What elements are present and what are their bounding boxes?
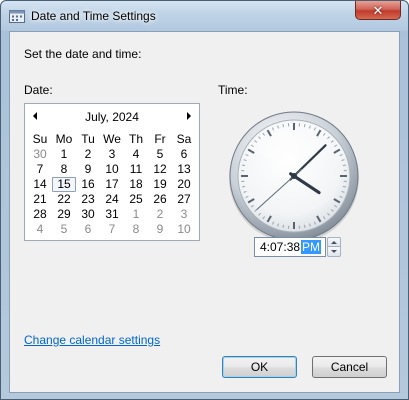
calendar: July, 2024 Su Mo Tu We Th Fr Sa 30 1 2 3 4 5 6 7 8 9 10 11… [24, 103, 200, 241]
previous-month-button[interactable] [29, 110, 41, 122]
calendar-day[interactable]: 25 [124, 192, 148, 207]
calendar-day[interactable]: 16 [76, 177, 100, 192]
calendar-day[interactable]: 7 [28, 162, 52, 177]
calendar-day[interactable]: 8 [124, 222, 148, 237]
weekday-label: Sa [176, 132, 192, 146]
calendar-week-row: 30 1 2 3 4 5 6 [28, 147, 196, 162]
time-value[interactable]: 4:07:38 [260, 240, 300, 254]
change-calendar-settings-link[interactable]: Change calendar settings [24, 333, 160, 347]
calendar-day[interactable]: 28 [28, 207, 52, 222]
window-title: Date and Time Settings [31, 9, 156, 23]
analog-clock [229, 111, 359, 243]
clock-minute-tick [242, 185, 246, 188]
chevron-left-icon [33, 112, 37, 120]
clock-minute-tick [342, 185, 346, 188]
calendar-day[interactable]: 24 [100, 192, 124, 207]
weekday-label: Mo [55, 132, 73, 146]
calendar-header: July, 2024 [25, 104, 199, 128]
clock-minute-tick [282, 224, 285, 228]
time-label: Time: [218, 83, 248, 97]
calendar-day[interactable]: 10 [100, 162, 124, 177]
arrow-down-icon [331, 250, 337, 253]
calendar-day[interactable]: 29 [52, 207, 76, 222]
calendar-day[interactable]: 8 [52, 162, 76, 177]
calendar-day[interactable]: 11 [124, 162, 148, 177]
calendar-day[interactable]: 9 [76, 162, 100, 177]
chevron-right-icon [187, 112, 191, 120]
weekday-label: Fr [154, 132, 166, 146]
calendar-day[interactable]: 6 [76, 222, 100, 237]
calendar-day[interactable]: 21 [28, 192, 52, 207]
calendar-day[interactable]: 30 [76, 207, 100, 222]
date-label: Date: [24, 83, 53, 97]
cancel-button[interactable]: Cancel [312, 356, 387, 378]
calendar-day[interactable]: 4 [124, 147, 148, 162]
time-spinner [327, 237, 341, 257]
spin-down-button[interactable] [327, 247, 341, 257]
calendar-day[interactable]: 4 [28, 222, 52, 237]
date-time-icon [9, 10, 25, 23]
clock-minute-tick [303, 124, 306, 128]
calendar-day[interactable]: 18 [124, 177, 148, 192]
time-input[interactable]: 4:07:38 PM [254, 237, 326, 257]
ok-button[interactable]: OK [222, 356, 297, 378]
weekday-label: Tu [81, 132, 95, 146]
cancel-button-label: Cancel [330, 360, 369, 374]
calendar-grid: Su Mo Tu We Th Fr Sa 30 1 2 3 4 5 6 7 8 9 10 11 12 13 14 15 16 1… [28, 132, 196, 237]
calendar-day[interactable]: 31 [100, 207, 124, 222]
calendar-day[interactable]: 27 [172, 192, 196, 207]
clock-minute-tick [342, 164, 346, 167]
clock-minute-tick [303, 224, 306, 228]
clock-minute-tick [282, 124, 285, 128]
close-icon: ✕ [372, 2, 384, 18]
calendar-week-row: 14 15 16 17 18 19 20 [28, 177, 196, 192]
calendar-day[interactable]: 26 [148, 192, 172, 207]
calendar-day[interactable]: 5 [52, 222, 76, 237]
calendar-day[interactable]: 7 [100, 222, 124, 237]
calendar-day[interactable]: 12 [148, 162, 172, 177]
calendar-day[interactable]: 13 [172, 162, 196, 177]
weekday-header-row: Su Mo Tu We Th Fr Sa [28, 132, 196, 147]
calendar-day[interactable]: 6 [172, 147, 196, 162]
clock-minute-tick [242, 164, 246, 167]
calendar-month-title[interactable]: July, 2024 [55, 110, 169, 124]
calendar-day[interactable]: 30 [28, 147, 52, 162]
calendar-day[interactable]: 1 [52, 147, 76, 162]
weekday-label: Th [128, 132, 143, 146]
calendar-day[interactable]: 10 [172, 222, 196, 237]
ok-button-label: OK [250, 360, 269, 374]
calendar-day[interactable]: 17 [100, 177, 124, 192]
calendar-day[interactable]: 1 [124, 207, 148, 222]
dialog-body: Set the date and time: Date: Time: July,… [9, 31, 400, 393]
calendar-day[interactable]: 3 [172, 207, 196, 222]
calendar-day-selected[interactable]: 15 [52, 177, 76, 192]
calendar-day[interactable]: 22 [52, 192, 76, 207]
clock-center [291, 173, 297, 179]
time-ampm-selected[interactable]: PM [301, 240, 322, 254]
calendar-week-row: 4 5 6 7 8 9 10 [28, 222, 196, 237]
calendar-week-row: 7 8 9 10 11 12 13 [28, 162, 196, 177]
next-month-button[interactable] [183, 110, 195, 122]
calendar-day[interactable]: 2 [76, 147, 100, 162]
calendar-day[interactable]: 23 [76, 192, 100, 207]
title-bar[interactable]: Date and Time Settings ✕ [1, 1, 408, 31]
calendar-week-row: 21 22 23 24 25 26 27 [28, 192, 196, 207]
close-button[interactable]: ✕ [355, 1, 401, 20]
calendar-day[interactable]: 3 [100, 147, 124, 162]
calendar-day[interactable]: 9 [148, 222, 172, 237]
calendar-week-row: 28 29 30 31 1 2 3 [28, 207, 196, 222]
calendar-day[interactable]: 2 [148, 207, 172, 222]
arrow-up-icon [331, 240, 337, 244]
weekday-label: We [103, 132, 121, 146]
calendar-day[interactable]: 5 [148, 147, 172, 162]
calendar-day[interactable]: 20 [172, 177, 196, 192]
calendar-day[interactable]: 14 [28, 177, 52, 192]
calendar-day[interactable]: 19 [148, 177, 172, 192]
spin-up-button[interactable] [327, 237, 341, 247]
weekday-label: Su [32, 132, 48, 146]
page-heading: Set the date and time: [24, 47, 142, 61]
dialog-window: Date and Time Settings ✕ Set the date an… [0, 0, 409, 400]
